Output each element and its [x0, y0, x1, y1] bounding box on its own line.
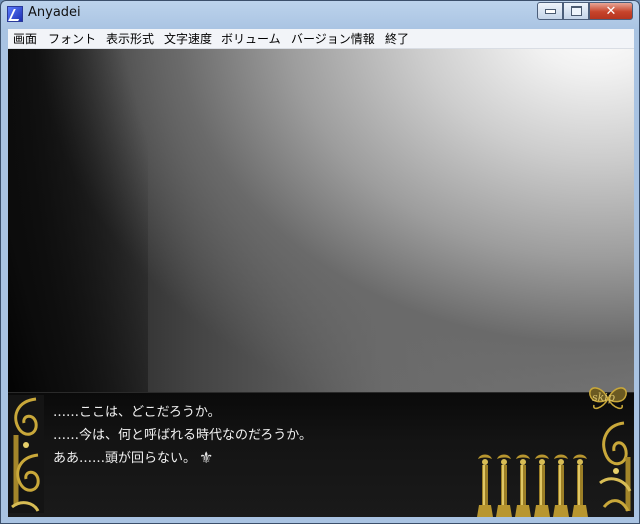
menu-display-format[interactable]: 表示形式 [106, 30, 154, 47]
maximize-icon [570, 6, 582, 16]
window-controls: ✕ [537, 2, 633, 21]
ornament-left-icon [8, 395, 44, 513]
title-bar[interactable]: Anyadei ✕ [1, 1, 639, 27]
maximize-button[interactable] [563, 2, 589, 20]
menu-version-info[interactable]: バージョン情報 [291, 30, 375, 47]
skip-button-label[interactable]: skip [592, 391, 615, 404]
menu-volume[interactable]: ボリューム [221, 30, 281, 47]
app-window: Anyadei ✕ 画面 フォント 表示形式 文字速度 ボリューム バージョン情… [0, 0, 640, 524]
fleur-de-lis-icon: ⚜ [199, 448, 214, 467]
dialogue-line-3-text: ああ……頭が回らない。 [53, 451, 197, 466]
game-screen[interactable]: ……ここは、どこだろうか。 ……今は、何と呼ばれる時代なのだろうか。 ああ……頭… [8, 49, 634, 517]
menu-text-speed[interactable]: 文字速度 [164, 30, 212, 47]
pillars-ornament-icon [477, 454, 588, 517]
window-title: Anyadei [28, 5, 81, 20]
minimize-button[interactable] [537, 2, 563, 20]
dialogue-line-2: ……今は、何と呼ばれる時代なのだろうか。 [53, 428, 312, 443]
dialogue-line-3: ああ……頭が回らない。 ⚜ [53, 447, 213, 467]
minimize-icon [544, 8, 556, 14]
app-icon[interactable] [7, 6, 23, 22]
close-icon: ✕ [605, 3, 617, 19]
background-shadow [8, 49, 148, 449]
dialogue-line-1: ……ここは、どこだろうか。 [53, 405, 221, 420]
menu-exit[interactable]: 終了 [385, 30, 409, 47]
close-button[interactable]: ✕ [589, 2, 633, 20]
menu-screen[interactable]: 画面 [13, 30, 37, 47]
menu-font[interactable]: フォント [48, 30, 96, 47]
menu-bar: 画面 フォント 表示形式 文字速度 ボリューム バージョン情報 終了 [8, 29, 634, 49]
